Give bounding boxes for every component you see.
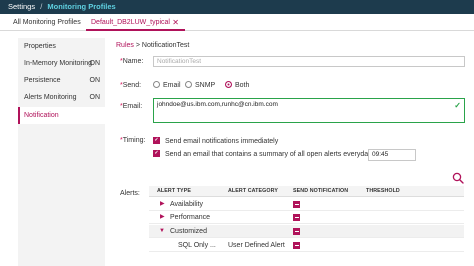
- timing-label: *Timing:: [120, 137, 146, 144]
- sidebar-item-label: In-Memory Monitoring: [24, 60, 93, 67]
- column-header-alert-category: ALERT CATEGORY: [228, 188, 278, 194]
- alert-type-cell: SQL Only ...: [178, 242, 216, 249]
- table-row[interactable]: ▶ Availability: [149, 198, 464, 211]
- send-notification-toggle[interactable]: [293, 214, 300, 221]
- radio-dot: [185, 80, 192, 88]
- search-icon[interactable]: [452, 172, 464, 184]
- breadcrumb-rules-link[interactable]: Rules: [116, 42, 134, 49]
- timing-summary-checkbox[interactable]: ✓ Send an email that contains a summary o…: [153, 149, 381, 160]
- radio-dot: [153, 80, 160, 88]
- breadcrumb-current: NotificationTest: [141, 42, 190, 49]
- sidebar-item-label: Alerts Monitoring: [24, 94, 77, 101]
- tab-all-monitoring-profiles[interactable]: All Monitoring Profiles: [13, 14, 81, 31]
- send-label: *Send:: [120, 82, 142, 89]
- send-notification-toggle[interactable]: [293, 242, 300, 249]
- sidebar-item-properties[interactable]: Properties: [18, 38, 105, 55]
- header-separator: /: [40, 2, 43, 11]
- sidebar-item-label: Properties: [24, 43, 56, 50]
- email-field[interactable]: johndoe@us.ibm.com,runhc@cn.ibm.com ✓: [153, 98, 465, 123]
- settings-sidebar: Properties In-Memory Monitoring ON Persi…: [18, 38, 105, 266]
- sidebar-item-label: Persistence: [24, 77, 61, 84]
- tab-bar: All Monitoring Profiles Default_DB2LUW_t…: [0, 14, 474, 31]
- send-notification-toggle[interactable]: [293, 201, 300, 208]
- sidebar-item-label: Notification: [24, 112, 59, 119]
- table-row[interactable]: SQL Only ... User Defined Alert: [149, 239, 464, 252]
- alert-category-cell: User Defined Alert: [228, 242, 285, 249]
- column-header-alert-type: ALERT TYPE: [157, 188, 191, 194]
- table-row[interactable]: ▶ Performance: [149, 211, 464, 224]
- name-field[interactable]: NotificationTest: [153, 56, 465, 67]
- notification-panel: Rules > NotificationTest *Name: Notifica…: [108, 38, 474, 266]
- sidebar-item-notification[interactable]: Notification: [18, 107, 105, 124]
- send-snmp-radio[interactable]: SNMP: [185, 80, 215, 91]
- tab-default-db2luw-typical[interactable]: Default_DB2LUW_typical ✕: [86, 14, 185, 31]
- alert-type-cell: Customized: [170, 228, 207, 235]
- sidebar-item-persistence[interactable]: Persistence ON: [18, 72, 105, 89]
- status-badge: ON: [89, 77, 101, 84]
- breadcrumb: Rules > NotificationTest: [116, 42, 189, 49]
- timing-immediate-checkbox[interactable]: ✓ Send email notifications immediately: [153, 136, 278, 147]
- send-notification-toggle[interactable]: [293, 228, 300, 235]
- expand-caret-icon[interactable]: ▶: [160, 211, 165, 224]
- column-header-send-notification: SEND NOTIFICATION: [293, 188, 349, 194]
- checkbox-checked-icon: ✓: [153, 149, 160, 157]
- column-header-threshold: THRESHOLD: [366, 188, 400, 194]
- expand-caret-icon[interactable]: ▶: [160, 198, 165, 211]
- summary-time-input[interactable]: 09:45: [368, 149, 416, 161]
- table-row[interactable]: ▼ Customized: [149, 225, 464, 238]
- status-badge: ON: [89, 94, 101, 101]
- breadcrumb-separator: >: [135, 42, 140, 49]
- alert-type-cell: Performance: [170, 214, 211, 221]
- send-email-radio[interactable]: Email: [153, 80, 181, 91]
- header-current: Monitoring Profiles: [47, 2, 116, 11]
- email-value: johndoe@us.ibm.com,runhc@cn.ibm.com: [157, 101, 278, 108]
- sidebar-item-alerts-monitoring[interactable]: Alerts Monitoring ON: [18, 89, 105, 106]
- sidebar-item-in-memory-monitoring[interactable]: In-Memory Monitoring ON: [18, 55, 105, 72]
- alerts-label: Alerts:: [120, 190, 140, 197]
- checkbox-checked-icon: ✓: [153, 136, 160, 144]
- check-icon: ✓: [454, 101, 461, 110]
- name-label: *Name:: [120, 58, 144, 65]
- send-both-radio[interactable]: Both: [225, 80, 249, 91]
- header-root[interactable]: Settings: [8, 2, 35, 11]
- status-badge: ON: [89, 60, 101, 67]
- email-label: *Email:: [120, 103, 143, 110]
- radio-dot-selected: [225, 80, 232, 88]
- top-bar: Settings / Monitoring Profiles: [0, 0, 474, 14]
- alert-type-cell: Availability: [170, 201, 203, 208]
- table-header: ALERT TYPE ALERT CATEGORY SEND NOTIFICAT…: [149, 186, 464, 197]
- close-icon[interactable]: ✕: [172, 14, 179, 31]
- collapse-caret-icon[interactable]: ▼: [159, 225, 165, 238]
- tab-active-label: Default_DB2LUW_typical: [91, 19, 170, 26]
